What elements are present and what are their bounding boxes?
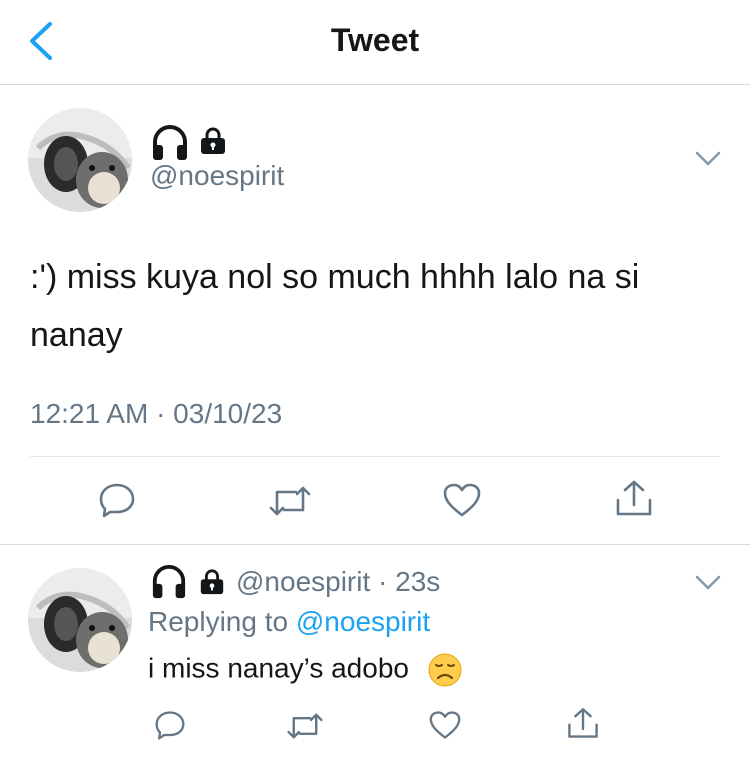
headphones-icon — [152, 565, 186, 599]
top-bar: Tweet — [0, 0, 750, 85]
reply-author-meta: @noespirit · 23s — [236, 566, 440, 598]
share-icon[interactable] — [614, 478, 654, 518]
reply-text-line: i miss nanay’s adobo — [148, 652, 463, 688]
chevron-down-icon[interactable] — [694, 574, 722, 592]
reply-avatar[interactable] — [28, 568, 132, 672]
reply-icon[interactable] — [154, 710, 186, 740]
lock-icon — [200, 569, 224, 595]
like-heart-icon[interactable] — [428, 710, 462, 740]
tweet-author-handle[interactable]: @noespirit — [150, 160, 284, 192]
reply-time: · 23s — [378, 566, 441, 597]
retweet-icon[interactable] — [286, 711, 324, 741]
like-heart-icon[interactable] — [442, 482, 482, 518]
tweet-timestamp: 12:21 AM · 03/10/23 — [30, 398, 283, 429]
tweet-text: :') miss kuya nol so much hhhh lalo na s… — [30, 258, 640, 354]
retweet-icon[interactable] — [268, 484, 312, 518]
section-divider — [0, 544, 750, 545]
replying-to-line: Replying to @noespirit — [148, 606, 430, 638]
page-title: Tweet — [330, 22, 420, 58]
share-icon[interactable] — [566, 706, 600, 740]
chevron-down-icon[interactable] — [694, 150, 722, 168]
lock-icon — [201, 127, 225, 154]
reply-author-handle[interactable]: @noespirit — [236, 566, 370, 597]
replying-to-label: Replying to — [148, 606, 289, 637]
disappointed-face-emoji-icon — [428, 653, 462, 687]
replying-to-handle-link[interactable]: @noespirit — [296, 606, 430, 637]
headphones-icon — [153, 125, 187, 160]
reply-text: i miss nanay’s adobo — [148, 652, 409, 684]
reply-icon[interactable] — [98, 482, 136, 518]
divider — [30, 456, 720, 457]
avatar[interactable] — [28, 108, 132, 212]
